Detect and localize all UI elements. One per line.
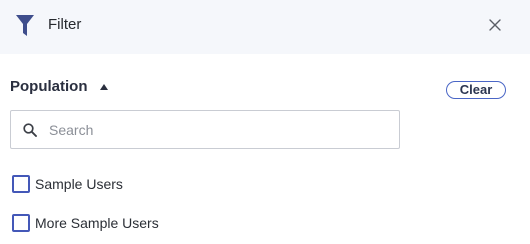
option-label: Sample Users: [35, 176, 123, 192]
population-section-toggle[interactable]: Population: [10, 78, 108, 96]
clear-button[interactable]: Clear: [446, 81, 506, 99]
close-icon: [485, 15, 505, 35]
search-field[interactable]: [10, 110, 400, 149]
checkbox[interactable]: [12, 175, 30, 193]
option-sample-users[interactable]: Sample Users: [12, 175, 123, 193]
checkbox[interactable]: [12, 214, 30, 232]
option-label: More Sample Users: [35, 215, 159, 231]
filter-funnel-icon: [16, 15, 34, 37]
option-more-sample-users[interactable]: More Sample Users: [12, 214, 159, 232]
close-button[interactable]: [485, 15, 505, 35]
search-icon: [23, 123, 37, 137]
population-section-title: Population: [10, 78, 88, 95]
filter-panel-header: Filter: [0, 0, 530, 54]
search-input[interactable]: [49, 119, 389, 141]
panel-title: Filter: [48, 16, 82, 33]
caret-up-icon: [99, 84, 108, 90]
